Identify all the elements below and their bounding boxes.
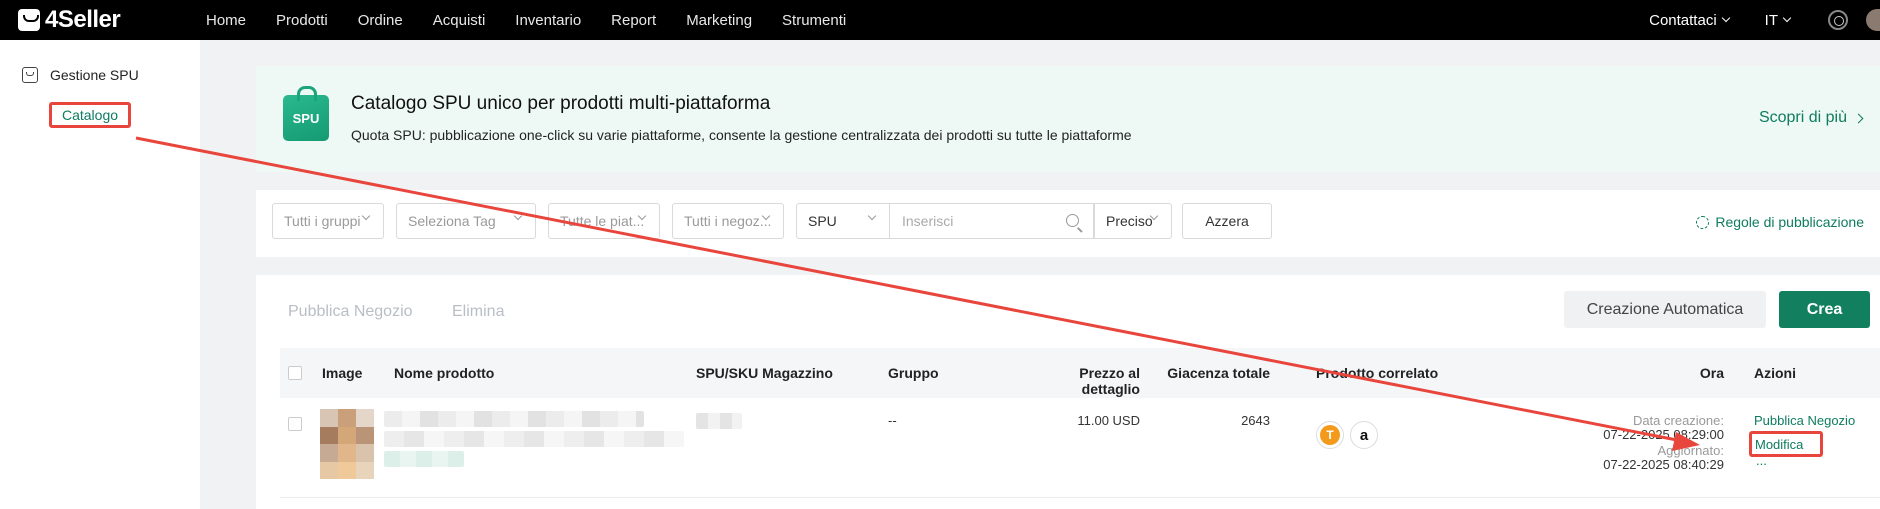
match-mode-select[interactable]: Preciso [1094,203,1172,239]
temu-store-icon[interactable]: T [1316,421,1344,449]
auto-create-button[interactable]: Creazione Automatica [1564,291,1766,328]
banner-subtitle: Quota SPU: pubblicazione one-click su va… [351,127,1132,143]
learn-more-link[interactable]: Scopri di più [1758,109,1864,127]
col-retail-price: Prezzo al dettaglio [1079,365,1140,397]
nav-report[interactable]: Report [611,12,656,29]
tag-select[interactable]: Seleziona Tag [396,203,536,239]
col-image: Image [322,365,363,381]
row-checkbox[interactable] [288,417,302,431]
learn-more-label: Scopri di più [1758,109,1847,126]
publish-rules-label: Regole di pubblicazione [1715,214,1864,230]
sku-blurred [696,413,742,429]
gear-icon [1696,215,1710,229]
sidebar-item-catalogo[interactable]: Catalogo [49,102,131,128]
edit-action[interactable]: Modifica [1755,437,1803,452]
contact-menu[interactable]: Contattaci [1649,11,1730,29]
created-label: Data creazione: [1632,413,1724,428]
product-tag-blurred [384,451,464,467]
chevron-down-icon [1782,13,1792,23]
avatar[interactable] [1866,9,1880,31]
language-label: IT [1764,11,1778,29]
updated-value: 07-22-2025 08:40:29 [1603,457,1724,472]
sidebar-section-spu[interactable]: Gestione SPU [22,67,139,83]
logo-bag-icon [18,9,40,31]
col-related-product: Prodotto correlato [1316,365,1439,381]
platform-select-value: Tutte le piat... [560,213,645,229]
chevron-down-icon [513,211,523,221]
tag-select-value: Seleziona Tag [408,213,496,229]
table-row: -- 11.00 USD 2643 T a Data creazione: 07… [280,398,1880,498]
create-button[interactable]: Crea [1779,291,1870,328]
sidebar: Gestione SPU Catalogo [0,40,200,509]
col-group: Gruppo [888,365,939,381]
more-actions-icon[interactable]: ... [1756,453,1767,468]
bag-icon [22,67,38,83]
group-select-value: Tutti i gruppi [284,213,361,229]
nav-acquisti[interactable]: Acquisti [433,12,486,29]
publish-rules-link[interactable]: Regole di pubblicazione [1696,214,1864,230]
delete-button[interactable]: Elimina [452,303,504,321]
nav-home[interactable]: Home [206,12,246,29]
contact-label: Contattaci [1649,11,1717,29]
col-total-stock: Giacenza totale [1167,365,1270,381]
shop-select-value: Tutti i negoz... [684,213,772,229]
match-mode-value: Preciso [1106,213,1153,229]
col-product-name: Nome prodotto [394,365,495,381]
product-name-blurred-2 [384,431,684,447]
stock-value: 2643 [1241,413,1270,428]
app-logo[interactable]: 4Seller [18,6,188,34]
chevron-down-icon [867,211,877,221]
search-input[interactable]: Inserisci [890,203,1094,239]
search-type-value: SPU [808,213,837,229]
banner-title: Catalogo SPU unico per prodotti multi-pi… [351,93,771,114]
publish-store-action[interactable]: Pubblica Negozio [1754,413,1855,428]
table-header: Image Nome prodotto SPU/SKU Magazzino Gr… [280,348,1880,398]
reset-button[interactable]: Azzera [1182,203,1272,239]
shop-select[interactable]: Tutti i negoz... [672,203,784,239]
group-value: -- [888,413,897,428]
created-value: 07-22-2025 08:29:00 [1603,427,1724,442]
sidebar-section-label: Gestione SPU [50,67,139,83]
publish-store-button[interactable]: Pubblica Negozio [288,303,413,321]
catalog-panel: Pubblica Negozio Elimina Creazione Autom… [256,275,1880,509]
chevron-down-icon [1721,13,1730,23]
search-icon[interactable] [1066,214,1079,227]
col-spu-sku: SPU/SKU Magazzino [696,365,833,381]
product-thumbnail[interactable] [320,409,374,479]
col-time: Ora [1699,365,1724,381]
search-placeholder: Inserisci [902,213,954,229]
spu-bag-icon: SPU [283,86,329,141]
nav-marketing[interactable]: Marketing [686,12,752,29]
search-type-select[interactable]: SPU [796,203,890,239]
group-select[interactable]: Tutti i gruppi [272,203,384,239]
main-nav: Home Prodotti Ordine Acquisti Inventario… [206,12,876,29]
top-navbar: 4Seller Home Prodotti Ordine Acquisti In… [0,0,1880,40]
product-name-blurred[interactable] [384,411,644,427]
platform-select[interactable]: Tutte le piat... [548,203,660,239]
language-menu[interactable]: IT [1764,11,1792,29]
nav-prodotti[interactable]: Prodotti [276,12,328,29]
settings-gear-icon[interactable] [1828,10,1848,30]
header-right: Contattaci IT [1649,0,1880,40]
chevron-right-icon [1853,113,1864,123]
logo-text: 4Seller [45,6,121,33]
nav-ordine[interactable]: Ordine [358,12,403,29]
select-all-checkbox[interactable] [288,366,302,380]
promo-banner: SPU Catalogo SPU unico per prodotti mult… [256,66,1880,172]
chevron-down-icon [361,211,371,221]
price-value: 11.00 USD [1077,413,1140,428]
updated-label: Aggiornato: [1657,443,1725,458]
nav-strumenti[interactable]: Strumenti [782,12,846,29]
col-actions: Azioni [1754,365,1796,381]
amazon-store-icon[interactable]: a [1350,421,1378,449]
nav-inventario[interactable]: Inventario [515,12,581,29]
amazon-logo-letter: a [1359,426,1369,444]
temu-logo-letter: T [1320,425,1340,445]
filter-bar: Tutti i gruppi Seleziona Tag Tutte le pi… [256,190,1880,257]
